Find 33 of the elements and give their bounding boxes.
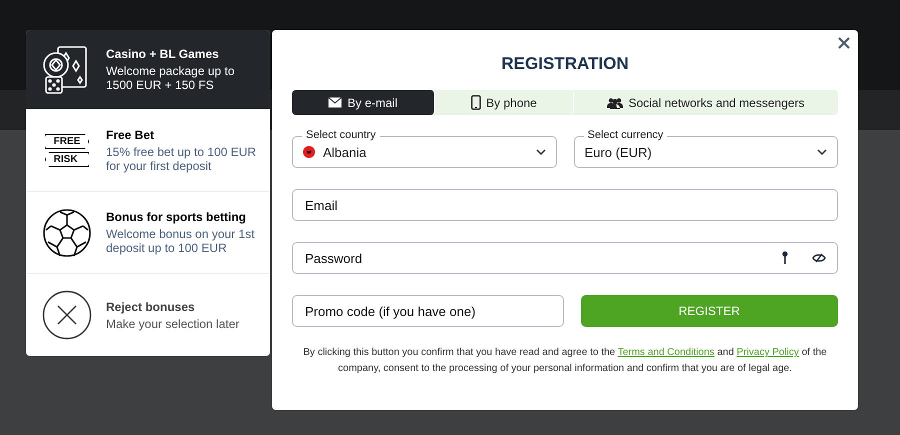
terms-notice: By clicking this button you confirm that you have read and agree to the Terms and Conditions and Privacy Policy of the company, consent to the processing of your personal information and confirm that you are of legal age. bbox=[302, 346, 828, 376]
bonus-description: Welcome package up to 1500 EUR + 150 FS bbox=[106, 64, 236, 92]
people-group-icon bbox=[607, 96, 624, 108]
phone-icon bbox=[471, 95, 482, 110]
bonus-option[interactable]: Casino + BL Games Welcome package up to 1500 EUR + 150 FS bbox=[26, 30, 270, 110]
bonus-option[interactable]: Reject bonuses Make your selection later bbox=[26, 274, 270, 356]
eye-slash-icon bbox=[812, 252, 826, 262]
bonus-title: Reject bonuses bbox=[106, 300, 196, 314]
bonus-title: Free Bet bbox=[106, 128, 156, 142]
bonus-title: Casino + BL Games bbox=[106, 47, 220, 61]
close-circle-icon bbox=[42, 290, 92, 340]
bonus-description: Make your selection later bbox=[106, 316, 240, 330]
field-label: Select currency bbox=[584, 129, 668, 142]
chevron-down-icon bbox=[817, 149, 827, 155]
soccer-ball-icon bbox=[42, 208, 92, 258]
bonus-description: Welcome bonus on your 1st deposit up to 100 EUR bbox=[106, 227, 256, 255]
field-label: Select country bbox=[302, 129, 380, 142]
password-field[interactable]: Password bbox=[292, 242, 838, 274]
tab[interactable]: By e-mail bbox=[292, 90, 435, 115]
tab[interactable]: By phone bbox=[435, 90, 574, 115]
bonus-option[interactable]: Bonus for sports betting Welcome bonus on your 1st deposit up to 100 EUR bbox=[26, 192, 270, 274]
close-icon[interactable] bbox=[838, 37, 850, 49]
bonus-title: Bonus for sports betting bbox=[106, 210, 247, 224]
email-field[interactable]: Email bbox=[292, 189, 838, 221]
flag-icon bbox=[303, 146, 315, 158]
chevron-down-icon bbox=[536, 149, 546, 155]
dialog-title: REGISTRATION bbox=[500, 54, 630, 74]
envelope-icon bbox=[328, 97, 342, 108]
key-icon bbox=[782, 251, 788, 264]
tab[interactable]: Social networks and messengers bbox=[574, 90, 838, 115]
bonus-description: 15% free bet up to 100 EUR for your first deposit bbox=[106, 145, 258, 173]
bonus-option[interactable]: FREE RISK Free Bet 15% free bet up to 100 EUR for your first deposit bbox=[26, 110, 270, 192]
promo-code-field[interactable]: Promo code (if you have one) bbox=[292, 295, 564, 327]
